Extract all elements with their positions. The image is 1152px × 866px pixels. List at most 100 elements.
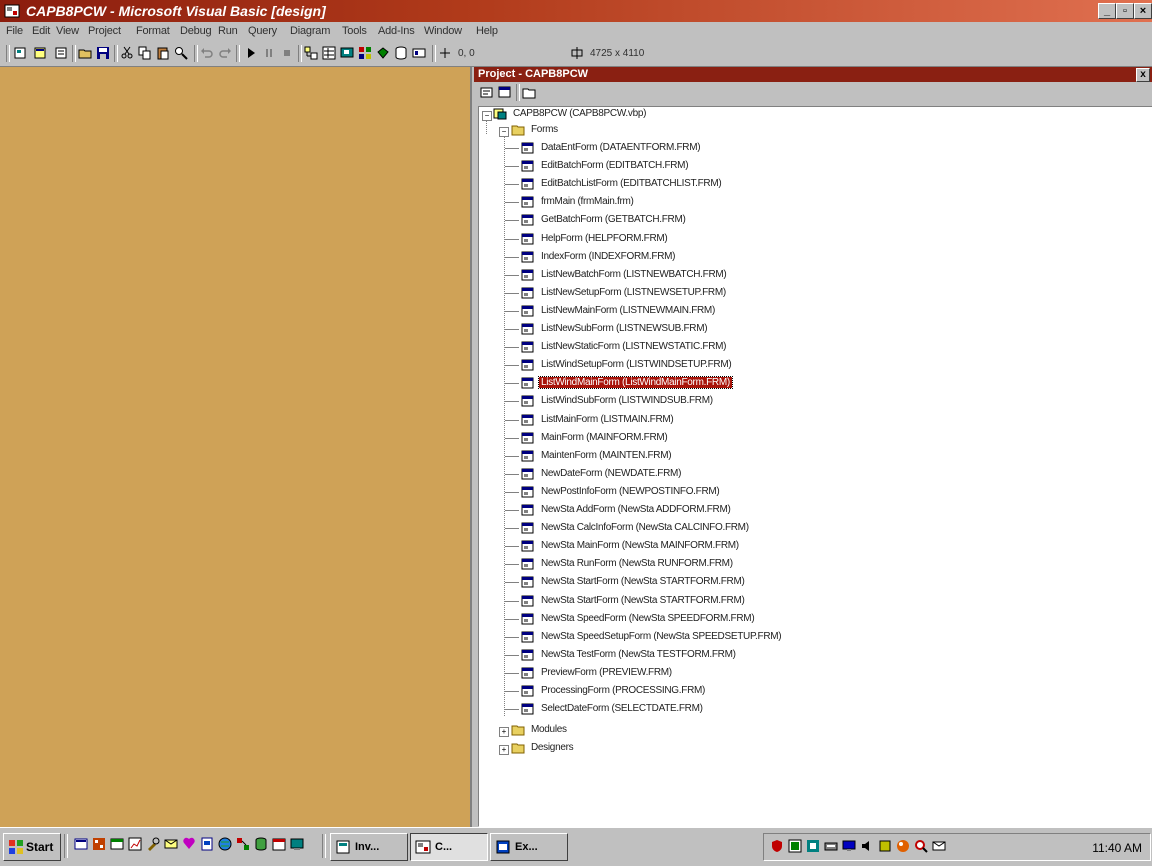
toggle-folders-icon[interactable] bbox=[522, 86, 536, 99]
menu-editor-icon[interactable] bbox=[54, 46, 68, 60]
end-icon[interactable] bbox=[280, 46, 294, 60]
menu-tools[interactable]: Tools bbox=[342, 25, 367, 37]
quicklaunch-heart-icon[interactable] bbox=[182, 837, 196, 851]
quicklaunch-explorer-icon[interactable] bbox=[74, 837, 88, 851]
tree-form-item[interactable]: NewSta StartForm (NewSta STARTFORM.FRM) bbox=[519, 575, 939, 590]
quicklaunch-tools-icon[interactable] bbox=[146, 837, 160, 851]
data-view-icon[interactable] bbox=[394, 46, 408, 60]
quicklaunch-grid-icon[interactable] bbox=[92, 837, 106, 851]
tree-root-project[interactable]: CAPB8PCW (CAPB8PCW.vbp) bbox=[491, 107, 891, 122]
tray-utility-icon[interactable] bbox=[878, 839, 892, 853]
menu-debug[interactable]: Debug bbox=[180, 25, 212, 37]
tree-form-item[interactable]: ListNewBatchForm (LISTNEWBATCH.FRM) bbox=[519, 268, 939, 283]
form-designer-area[interactable] bbox=[0, 67, 472, 827]
find-icon[interactable] bbox=[174, 46, 188, 60]
menu-run[interactable]: Run bbox=[218, 25, 238, 37]
properties-window-icon[interactable] bbox=[322, 46, 336, 60]
view-code-icon[interactable] bbox=[480, 86, 494, 99]
tree-form-item[interactable]: NewPostInfoForm (NEWPOSTINFO.FRM) bbox=[519, 485, 939, 500]
minimize-button[interactable]: _ bbox=[1098, 3, 1116, 19]
menu-view[interactable]: View bbox=[56, 25, 79, 37]
tree-form-item[interactable]: NewSta AddForm (NewSta ADDFORM.FRM) bbox=[519, 503, 939, 518]
tray-search-icon[interactable] bbox=[914, 839, 928, 853]
component-manager-icon[interactable] bbox=[412, 46, 426, 60]
task-button-inventory[interactable]: Inv... bbox=[330, 833, 408, 861]
project-explorer-icon[interactable] bbox=[304, 46, 318, 60]
menu-help[interactable]: Help bbox=[476, 25, 498, 37]
tree-form-item[interactable]: ListNewSubForm (LISTNEWSUB.FRM) bbox=[519, 322, 939, 337]
tree-form-item[interactable]: MaintenForm (MAINTEN.FRM) bbox=[519, 449, 939, 464]
tree-form-item[interactable]: frmMain (frmMain.frm) bbox=[519, 195, 939, 210]
tree-form-item[interactable]: NewSta RunForm (NewSta RUNFORM.FRM) bbox=[519, 557, 939, 572]
menu-diagram[interactable]: Diagram bbox=[290, 25, 330, 37]
tree-form-item[interactable]: NewSta SpeedSetupForm (NewSta SPEEDSETUP… bbox=[519, 630, 939, 645]
save-project-icon[interactable] bbox=[96, 46, 110, 60]
restore-button[interactable]: ▫ bbox=[1116, 3, 1134, 19]
break-icon[interactable] bbox=[262, 46, 276, 60]
task-button-visual-basic[interactable]: C... bbox=[410, 833, 488, 861]
tree-form-item[interactable]: ListWindMainForm (ListWindMainForm.FRM) bbox=[519, 376, 939, 391]
tree-form-item[interactable]: GetBatchForm (GETBATCH.FRM) bbox=[519, 213, 939, 228]
start-button[interactable]: Start bbox=[3, 833, 61, 861]
view-object-icon[interactable] bbox=[498, 86, 512, 99]
tree-form-item[interactable]: ListNewMainForm (LISTNEWMAIN.FRM) bbox=[519, 304, 939, 319]
tree-form-item[interactable]: NewSta SpeedForm (NewSta SPEEDFORM.FRM) bbox=[519, 612, 939, 627]
title-bar[interactable]: CAPB8PCW - Microsoft Visual Basic [desig… bbox=[0, 0, 1152, 22]
expand-toggle-modules[interactable]: + bbox=[499, 727, 509, 737]
add-form-icon[interactable] bbox=[34, 46, 48, 60]
tree-form-item[interactable]: HelpForm (HELPFORM.FRM) bbox=[519, 232, 939, 247]
project-explorer-close-button[interactable]: x bbox=[1136, 68, 1150, 82]
collapse-toggle-forms[interactable]: − bbox=[499, 127, 509, 137]
tree-form-item[interactable]: NewSta CalcInfoForm (NewSta CALCINFO.FRM… bbox=[519, 521, 939, 536]
menu-edit[interactable]: Edit bbox=[32, 25, 50, 37]
tree-folder-modules[interactable]: Modules bbox=[509, 723, 709, 738]
tray-keyboard-icon[interactable] bbox=[824, 839, 838, 853]
tree-form-item[interactable]: ListNewStaticForm (LISTNEWSTATIC.FRM) bbox=[519, 340, 939, 355]
tree-folder-forms[interactable]: Forms bbox=[509, 123, 709, 138]
menu-file[interactable]: File bbox=[6, 25, 23, 37]
start-icon[interactable] bbox=[244, 46, 258, 60]
tree-form-item[interactable]: NewSta MainForm (NewSta MAINFORM.FRM) bbox=[519, 539, 939, 554]
tray-mail-icon[interactable] bbox=[932, 839, 946, 853]
redo-icon[interactable] bbox=[218, 46, 232, 60]
object-browser-icon[interactable] bbox=[358, 46, 372, 60]
project-tree[interactable]: − CAPB8PCW (CAPB8PCW.vbp) − Forms DataEn… bbox=[478, 106, 1152, 827]
quicklaunch-document-icon[interactable] bbox=[200, 837, 214, 851]
menu-project[interactable]: Project bbox=[88, 25, 121, 37]
tree-form-item[interactable]: ListWindSetupForm (LISTWINDSETUP.FRM) bbox=[519, 358, 939, 373]
menu-add-ins[interactable]: Add-Ins bbox=[378, 25, 415, 37]
tray-app-icon[interactable] bbox=[788, 839, 802, 853]
tray-sound-icon[interactable] bbox=[860, 839, 874, 853]
expand-toggle-designers[interactable]: + bbox=[499, 745, 509, 755]
tree-form-item[interactable]: ListWindSubForm (LISTWINDSUB.FRM) bbox=[519, 394, 939, 409]
quicklaunch-chart-icon[interactable] bbox=[128, 837, 142, 851]
tree-form-item[interactable]: NewDateForm (NEWDATE.FRM) bbox=[519, 467, 939, 482]
menu-window[interactable]: Window bbox=[424, 25, 462, 37]
copy-icon[interactable] bbox=[138, 46, 152, 60]
tree-form-item[interactable]: DataEntForm (DATAENTFORM.FRM) bbox=[519, 141, 939, 156]
quicklaunch-calendar-icon[interactable] bbox=[272, 837, 286, 851]
tree-form-item[interactable]: ProcessingForm (PROCESSING.FRM) bbox=[519, 684, 939, 699]
undo-icon[interactable] bbox=[200, 46, 214, 60]
tree-form-item[interactable]: NewSta StartForm (NewSta STARTFORM.FRM) bbox=[519, 594, 939, 609]
tree-form-item[interactable]: MainForm (MAINFORM.FRM) bbox=[519, 431, 939, 446]
add-project-icon[interactable] bbox=[14, 46, 28, 60]
task-button-explorer[interactable]: Ex... bbox=[490, 833, 568, 861]
tree-form-item[interactable]: IndexForm (INDEXFORM.FRM) bbox=[519, 250, 939, 265]
cut-icon[interactable] bbox=[120, 46, 134, 60]
paste-icon[interactable] bbox=[156, 46, 170, 60]
tray-paint-icon[interactable] bbox=[896, 839, 910, 853]
quicklaunch-database-icon[interactable] bbox=[254, 837, 268, 851]
open-project-icon[interactable] bbox=[78, 46, 92, 60]
project-explorer-title-bar[interactable]: Project - CAPB8PCW x bbox=[474, 67, 1152, 82]
quicklaunch-network-icon[interactable] bbox=[236, 837, 250, 851]
quicklaunch-mail-icon[interactable] bbox=[164, 837, 178, 851]
menu-format[interactable]: Format bbox=[136, 25, 170, 37]
close-button[interactable]: × bbox=[1134, 3, 1152, 19]
tree-form-item[interactable]: ListNewSetupForm (LISTNEWSETUP.FRM) bbox=[519, 286, 939, 301]
tree-folder-designers[interactable]: Designers bbox=[509, 741, 709, 756]
tree-form-item[interactable]: NewSta TestForm (NewSta TESTFORM.FRM) bbox=[519, 648, 939, 663]
toolbox-icon[interactable] bbox=[376, 46, 390, 60]
quicklaunch-screen-icon[interactable] bbox=[290, 837, 304, 851]
tree-form-item[interactable]: PreviewForm (PREVIEW.FRM) bbox=[519, 666, 939, 681]
